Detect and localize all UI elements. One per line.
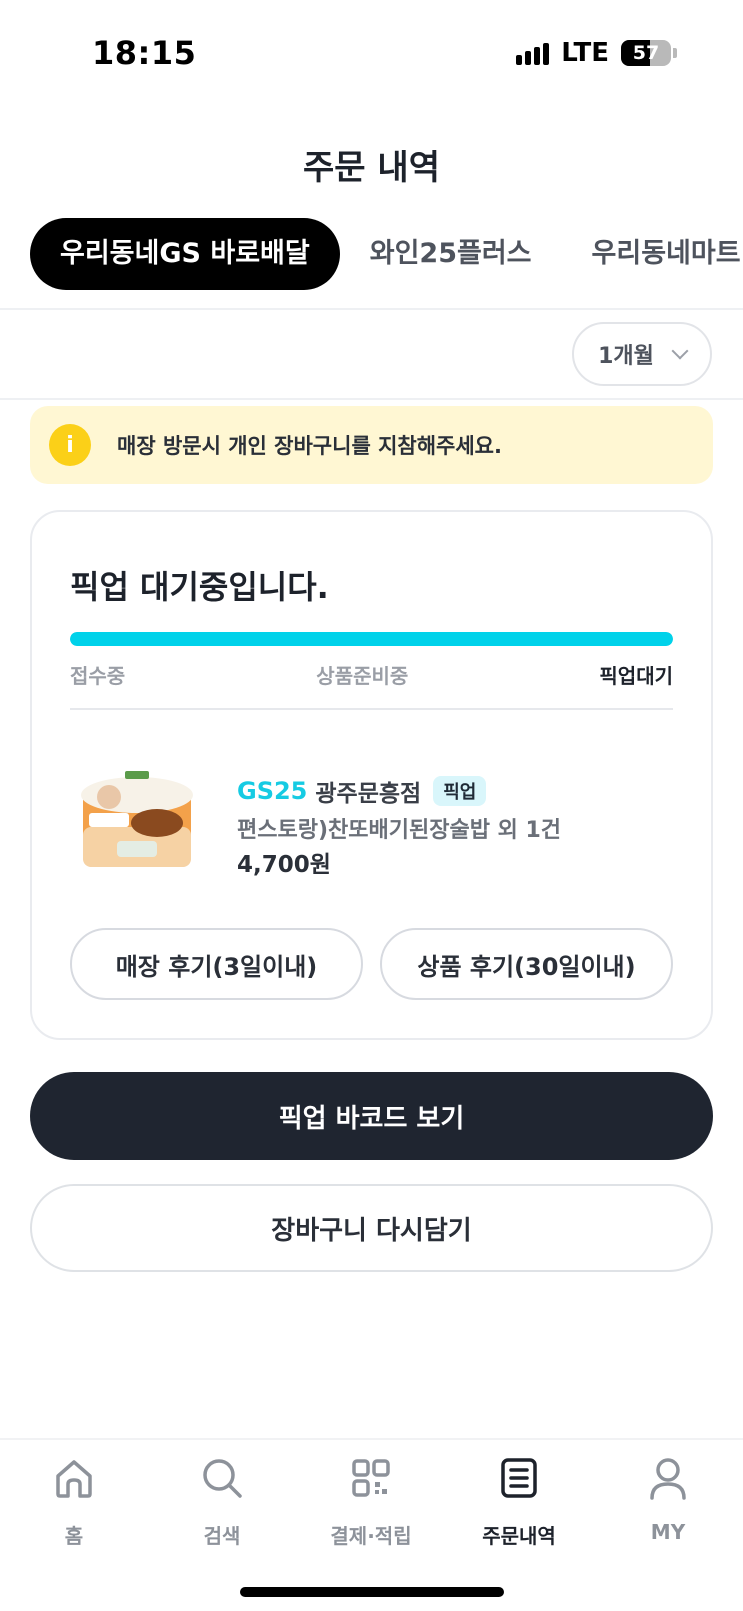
status-indicators: LTE 57 [516, 38, 677, 68]
step-pickup-waiting: 픽업대기 [599, 664, 673, 688]
store-line: GS25 광주문흥점 픽업 [237, 774, 487, 808]
nav-label: 결제·적립 [330, 1524, 412, 1548]
nav-my[interactable]: MY [608, 1454, 728, 1544]
step-received: 접수중 [70, 664, 126, 688]
nav-payment[interactable]: 결제·적립 [311, 1454, 431, 1549]
status-bar: 18:15 LTE 57 [0, 0, 743, 110]
product-thumbnail[interactable] [77, 767, 197, 875]
store-review-button[interactable]: 매장 후기(3일이내) [70, 928, 363, 1000]
nav-order-history[interactable]: 주문내역 [459, 1454, 579, 1549]
period-value: 1개월 [598, 344, 654, 369]
profile-icon [650, 1458, 686, 1500]
service-tabs: 우리동네GS 바로배달 와인25플러스 우리동네마트 시 [30, 218, 743, 290]
tab-wine25plus[interactable]: 와인25플러스 [340, 218, 562, 290]
signal-icon [516, 41, 550, 65]
order-progress-fill [70, 632, 673, 646]
card-divider [70, 708, 673, 710]
nav-search[interactable]: 검색 [162, 1454, 282, 1549]
nav-home[interactable]: 홈 [14, 1454, 134, 1549]
search-icon [203, 1459, 242, 1498]
notice-banner: i 매장 방문시 개인 장바구니를 지참해주세요. [30, 406, 713, 484]
notice-text: 매장 방문시 개인 장바구니를 지참해주세요. [117, 434, 502, 458]
page-title: 주문 내역 [303, 148, 440, 188]
pickup-barcode-button[interactable]: 픽업 바코드 보기 [30, 1072, 713, 1160]
tab-local-mart[interactable]: 우리동네마트 시 [562, 218, 743, 290]
divider [0, 308, 743, 310]
battery-level: 57 [632, 42, 660, 64]
home-indicator [240, 1587, 504, 1597]
product-review-button[interactable]: 상품 후기(30일이내) [380, 928, 673, 1000]
nav-label: MY [650, 1520, 686, 1544]
network-label: LTE [561, 38, 609, 68]
info-icon: i [49, 424, 91, 466]
store-name: 광주문흥점 [315, 781, 422, 807]
divider [0, 398, 743, 400]
nav-label: 홈 [64, 1524, 84, 1548]
recart-button[interactable]: 장바구니 다시담기 [30, 1184, 713, 1272]
bottom-nav: 홈 검색 결제·적립 주문내역 MY [0, 1438, 743, 1611]
chevron-down-icon [671, 342, 689, 360]
order-steps: 접수중 상품준비중 픽업대기 [70, 660, 673, 689]
order-history-icon [501, 1458, 537, 1498]
tab-gs-delivery[interactable]: 우리동네GS 바로배달 [30, 218, 340, 290]
pickup-badge: 픽업 [433, 776, 487, 806]
order-card: 픽업 대기중입니다. 접수중 상품준비중 픽업대기 GS25 광주문흥점 픽업 … [30, 510, 713, 1040]
nav-label: 검색 [203, 1524, 241, 1548]
nav-label: 주문내역 [482, 1524, 556, 1548]
brand-name: GS25 [237, 777, 308, 805]
battery-icon: 57 [621, 40, 671, 66]
home-icon [56, 1460, 92, 1498]
order-progress-bar [70, 632, 673, 646]
step-preparing: 상품준비중 [316, 664, 409, 688]
order-price: 4,700원 [237, 852, 331, 878]
order-status-title: 픽업 대기중입니다. [70, 568, 329, 606]
status-time: 18:15 [92, 34, 197, 72]
payment-icon [352, 1459, 390, 1497]
product-name[interactable]: 편스토랑)찬또배기된장술밥 외 1건 [237, 812, 561, 844]
period-dropdown[interactable]: 1개월 [572, 322, 712, 386]
battery-tip [673, 48, 677, 58]
